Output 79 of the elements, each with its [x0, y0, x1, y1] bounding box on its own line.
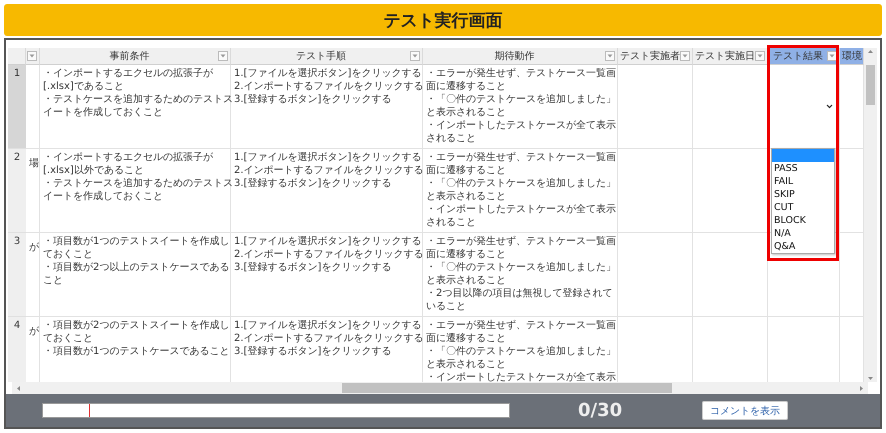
column-label: テスト実施日: [695, 50, 754, 63]
column-label: 環境: [842, 50, 861, 63]
steps-text: 3.[登録するボタン]をクリックする: [234, 261, 392, 274]
expected-text: 面に遷移すること: [426, 332, 507, 345]
row-number[interactable]: 2: [8, 149, 26, 233]
expected-text: 面に遷移すること: [426, 80, 507, 93]
column-label: 事前条件: [108, 50, 150, 63]
column-header[interactable]: 期待動作: [423, 48, 618, 65]
precondition-text: ておくこと: [43, 332, 94, 345]
expected-text: ・エラーが発生せず、テストケース一覧画: [426, 319, 616, 332]
precondition-text: ・インポートするエクセルの拡張子が: [43, 151, 214, 164]
dropdown-option[interactable]: N/A: [772, 227, 834, 240]
page-title: テスト実行画面: [4, 4, 882, 36]
steps-text: 2.インポートするファイルをクリックする: [234, 80, 421, 93]
expected-text: いること: [426, 300, 467, 313]
column-label: テスト結果: [772, 50, 824, 63]
steps-text: 3.[登録するボタン]をクリックする: [234, 345, 392, 358]
expected-text: ・「〇件のテストケースを追加しました」: [426, 345, 616, 358]
column-label: テスト実施者: [620, 50, 679, 63]
precondition-text: ・項目数が2つのテストスイートを作成し: [43, 319, 229, 332]
precondition-text: [.xlsx]以外であること: [43, 164, 145, 177]
dropdown-option[interactable]: BLOCK: [772, 214, 834, 227]
expected-text: と表示されること: [426, 274, 507, 287]
expected-text: ・インポートしたテストケースが全て表示: [426, 371, 616, 382]
precondition-text: ・インポートするエクセルの拡張子が: [43, 67, 214, 80]
column-label: テスト手順: [295, 50, 347, 63]
expected-text: 面に遷移すること: [426, 164, 507, 177]
expected-text: と表示されること: [426, 358, 507, 371]
steps-text: 3.[登録するボタン]をクリックする: [234, 177, 392, 190]
precondition-text: ・項目数が2つ以上のテストケースである: [43, 261, 229, 274]
dropdown-option[interactable]: CUT: [772, 201, 834, 214]
expected-text: されること: [426, 132, 477, 145]
steps-text: 1.[ファイルを選択ボタン]をクリックする: [234, 235, 421, 248]
table-cell: が: [29, 242, 39, 253]
row-number[interactable]: 4: [8, 317, 26, 382]
expected-text: と表示されること: [426, 190, 507, 203]
expected-text: ・「〇件のテストケースを追加しました」: [426, 93, 616, 106]
show-comments-button[interactable]: コメントを表示: [702, 401, 788, 420]
column-header[interactable]: テスト実施日: [693, 48, 768, 65]
table-cell: 場: [29, 158, 39, 169]
steps-text: 2.インポートするファイルをクリックする: [234, 164, 421, 177]
expected-text: 面に遷移すること: [426, 248, 507, 261]
precondition-text: ておくこと: [43, 248, 94, 261]
expected-text: と表示されること: [426, 106, 507, 119]
steps-text: 3.[登録するボタン]をクリックする: [234, 93, 392, 106]
row-number[interactable]: 1: [8, 65, 26, 149]
precondition-text: ・項目数が1つのテストケースであること: [43, 345, 229, 358]
expected-text: ・「〇件のテストケースを追加しました」: [426, 261, 616, 274]
expected-text: ・インポートしたテストケースが全て表示: [426, 119, 616, 132]
column-header[interactable]: テスト実施者: [618, 48, 693, 65]
column-header[interactable]: テスト手順: [231, 48, 423, 65]
precondition-text: イートを作成しておくこと: [43, 106, 164, 119]
column-header[interactable]: テスト結果: [768, 48, 840, 65]
steps-text: 1.[ファイルを選択ボタン]をクリックする: [234, 67, 421, 80]
precondition-text: ・項目数が1つのテストスイートを作成し: [43, 235, 229, 248]
expected-text: ・エラーが発生せず、テストケース一覧画: [426, 151, 616, 164]
steps-text: 1.[ファイルを選択ボタン]をクリックする: [234, 151, 421, 164]
expected-text: ・「〇件のテストケースを追加しました」: [426, 177, 616, 190]
precondition-text: イートを作成しておくこと: [43, 190, 164, 203]
dropdown-option[interactable]: FAIL: [772, 175, 834, 188]
column-header[interactable]: 事前条件: [40, 48, 231, 65]
precondition-text: [.xlsx]であること: [43, 80, 125, 93]
progress-counter: 0/30: [578, 400, 622, 421]
expected-text: ・エラーが発生せず、テストケース一覧画: [426, 67, 616, 80]
column-header[interactable]: 環境: [840, 48, 864, 65]
expected-text: ・インポートしたテストケースが全て表示: [426, 203, 616, 216]
dropdown-option[interactable]: Q&A: [772, 240, 834, 253]
steps-text: 2.インポートするファイルをクリックする: [234, 248, 421, 261]
steps-text: 2.インポートするファイルをクリックする: [234, 332, 421, 345]
expected-text: ・エラーが発生せず、テストケース一覧画: [426, 235, 616, 248]
row-number[interactable]: 3: [8, 233, 26, 317]
column-label: 期待動作: [494, 50, 536, 63]
expected-text: されること: [426, 216, 477, 229]
precondition-text: こと: [43, 274, 64, 287]
dropdown-option[interactable]: SKIP: [772, 188, 834, 201]
steps-text: 1.[ファイルを選択ボタン]をクリックする: [234, 319, 421, 332]
table-cell: が: [29, 326, 39, 337]
expected-text: ・2つ目以降の項目は無視して登録されて: [426, 287, 614, 300]
dropdown-option[interactable]: PASS: [772, 162, 834, 175]
